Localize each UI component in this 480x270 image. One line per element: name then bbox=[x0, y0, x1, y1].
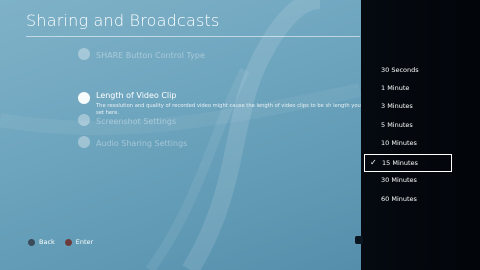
option-item[interactable]: 10 Minutes bbox=[364, 135, 452, 153]
wrench-icon bbox=[78, 92, 90, 104]
menu-item-label: Audio Sharing Settings bbox=[96, 138, 188, 148]
option-item[interactable]: 30 Seconds bbox=[364, 62, 452, 80]
circle-button-icon bbox=[28, 238, 35, 246]
panel-indicator-icon bbox=[355, 236, 363, 244]
option-item[interactable]: 3 Minutes bbox=[364, 98, 452, 116]
option-item[interactable]: 1 Minute bbox=[364, 80, 452, 98]
menu-item-audio-sharing-settings[interactable]: Audio Sharing Settings bbox=[78, 132, 368, 154]
option-label: 3 Minutes bbox=[381, 102, 413, 110]
option-label: 15 Minutes bbox=[382, 159, 418, 167]
footer: Back Enter bbox=[28, 238, 93, 246]
option-item[interactable]: 30 Minutes bbox=[364, 172, 452, 190]
page-title: Sharing and Broadcasts bbox=[26, 11, 220, 30]
enter-button[interactable]: Enter bbox=[76, 238, 93, 246]
option-item[interactable]: ✓ 15 Minutes bbox=[364, 154, 452, 172]
wrench-icon bbox=[78, 114, 90, 126]
wrench-icon bbox=[78, 136, 90, 148]
option-label: 30 Minutes bbox=[381, 176, 417, 184]
menu-item-share-button-control-type[interactable]: SHARE Button Control Type bbox=[78, 44, 368, 66]
option-label: 60 Minutes bbox=[381, 195, 417, 203]
menu-item-label: Length of Video Clip bbox=[96, 91, 177, 100]
option-item[interactable]: 60 Minutes bbox=[364, 191, 452, 209]
option-label: 1 Minute bbox=[381, 84, 410, 92]
header-divider bbox=[26, 36, 360, 37]
cross-button-icon bbox=[64, 238, 72, 246]
option-label: 30 Seconds bbox=[381, 66, 419, 74]
menu-item-label: SHARE Button Control Type bbox=[96, 50, 205, 60]
wrench-icon bbox=[78, 48, 90, 60]
settings-menu: SHARE Button Control Type Length of Vide… bbox=[78, 44, 368, 154]
option-label: 5 Minutes bbox=[381, 121, 413, 129]
menu-item-length-of-video-clip[interactable]: Length of Video Clip The resolution and … bbox=[78, 66, 368, 116]
option-item[interactable]: 5 Minutes bbox=[364, 117, 452, 135]
options-panel: 30 Seconds 1 Minute 3 Minutes 5 Minutes 10 M… bbox=[361, 0, 480, 270]
menu-item-screenshot-settings[interactable]: Screenshot Settings bbox=[78, 110, 368, 132]
option-label: 10 Minutes bbox=[381, 139, 417, 147]
menu-item-label: Screenshot Settings bbox=[96, 116, 177, 126]
check-icon: ✓ bbox=[370, 158, 377, 167]
back-button[interactable]: Back bbox=[39, 238, 55, 246]
